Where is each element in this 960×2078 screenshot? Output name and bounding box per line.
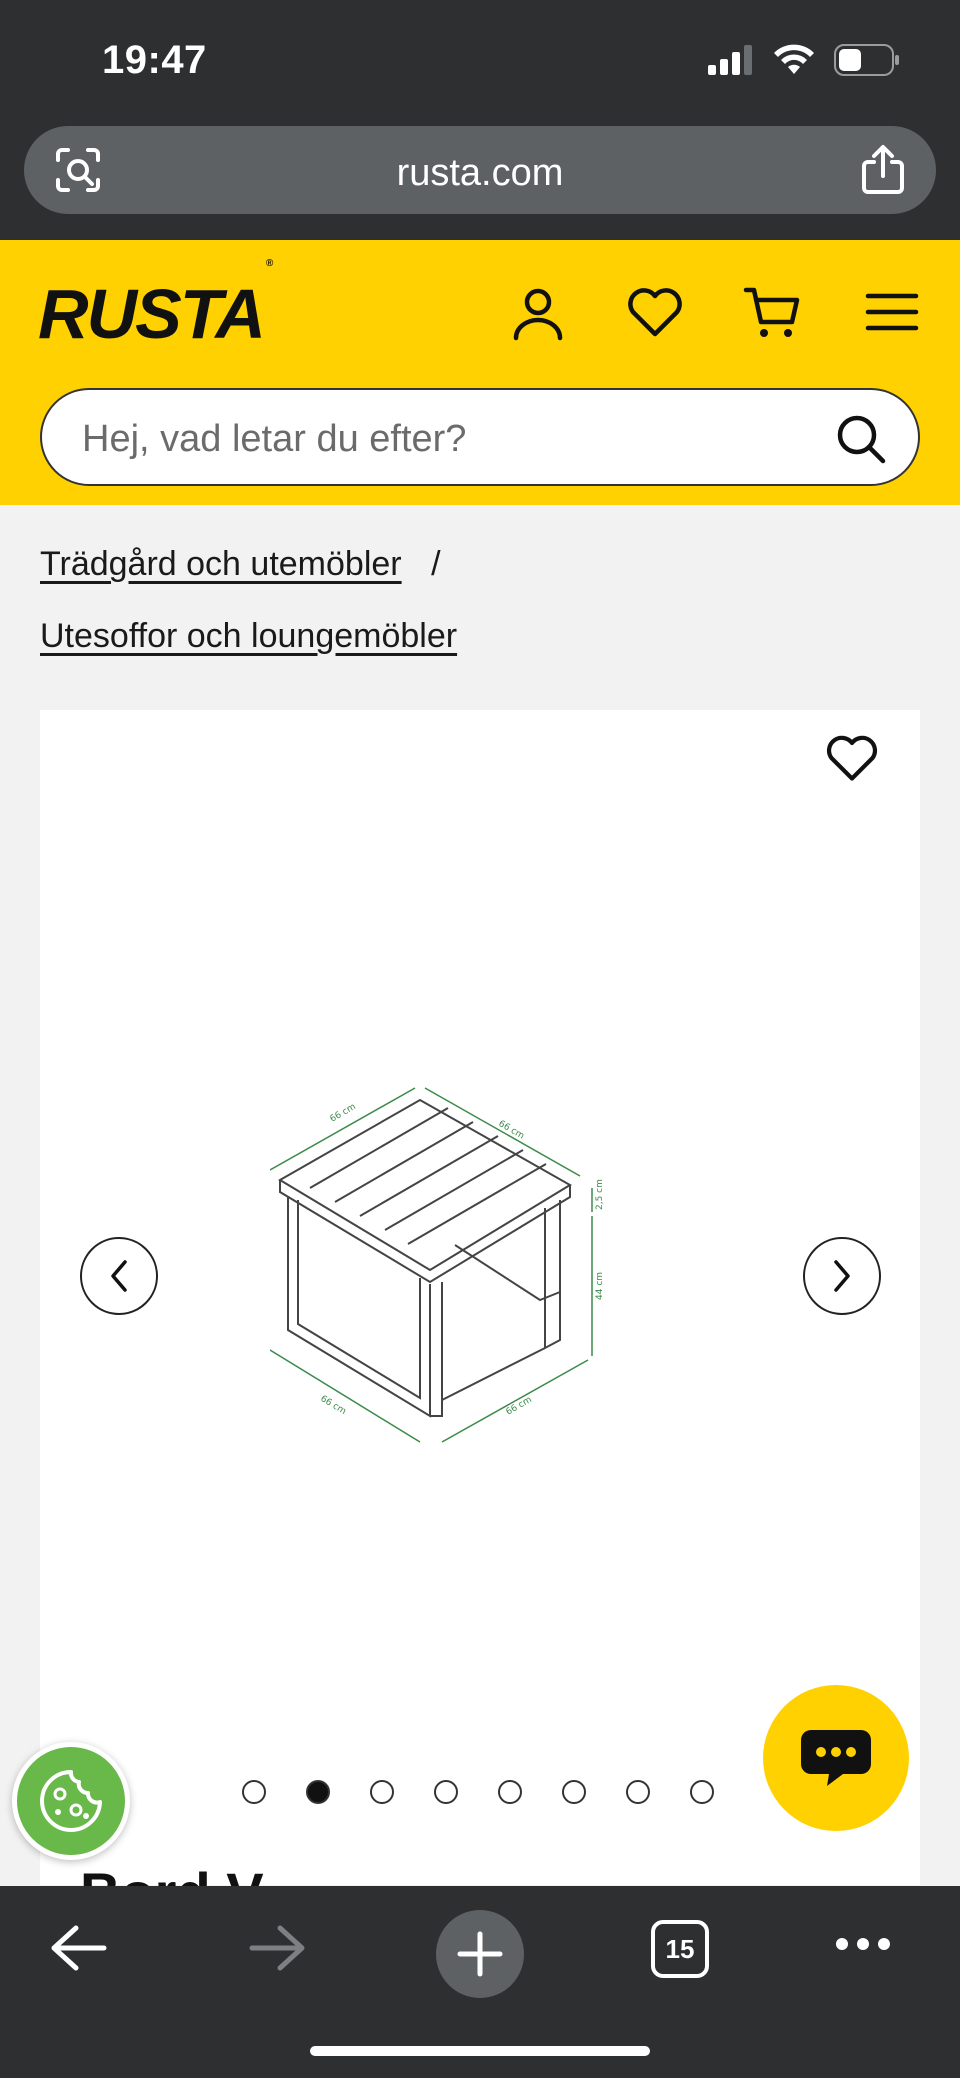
status-bar: 19:47 xyxy=(0,0,960,120)
site-header: RUSTA ® Hej, vad letar du efter? xyxy=(0,240,960,505)
cookie-icon xyxy=(40,1770,102,1832)
carousel-next-button[interactable] xyxy=(803,1237,881,1315)
carousel-dot[interactable] xyxy=(562,1780,586,1804)
dimension-label: 66 cm xyxy=(329,1102,358,1125)
rusta-logo[interactable]: RUSTA ® xyxy=(38,258,273,354)
user-icon[interactable] xyxy=(508,282,568,342)
carousel-dot[interactable] xyxy=(498,1780,522,1804)
breadcrumb-link-garden[interactable]: Trädgård och utemöbler xyxy=(40,545,402,583)
logo-registered-mark: ® xyxy=(265,257,274,269)
breadcrumb-separator: / xyxy=(431,545,441,583)
cart-icon[interactable] xyxy=(742,282,802,342)
new-tab-button[interactable] xyxy=(436,1910,524,1998)
chat-button[interactable] xyxy=(763,1685,909,1831)
dimension-label: 44 cm xyxy=(595,1272,605,1300)
plus-icon xyxy=(457,1931,503,1977)
back-arrow-icon[interactable] xyxy=(48,1922,108,1974)
dimension-label: 66 cm xyxy=(318,1394,347,1417)
chevron-left-icon xyxy=(111,1260,127,1292)
dimension-label: 2,5 cm xyxy=(595,1179,605,1210)
favorite-heart-icon[interactable] xyxy=(824,730,880,786)
carousel-dot[interactable] xyxy=(242,1780,266,1804)
carousel-dot-active[interactable] xyxy=(306,1780,330,1804)
search-placeholder: Hej, vad letar du efter? xyxy=(82,418,467,460)
carousel-dot[interactable] xyxy=(626,1780,650,1804)
status-icons xyxy=(708,44,900,76)
url-text[interactable]: rusta.com xyxy=(24,152,936,195)
tabs-button[interactable]: 15 xyxy=(651,1920,709,1978)
search-icon[interactable] xyxy=(834,412,888,466)
wifi-icon xyxy=(774,44,814,74)
chat-bubble-icon xyxy=(801,1730,871,1786)
carousel-pagination xyxy=(242,1780,714,1804)
home-indicator xyxy=(310,2046,650,2056)
carousel-prev-button[interactable] xyxy=(80,1237,158,1315)
carousel-dot[interactable] xyxy=(434,1780,458,1804)
cookie-settings-button[interactable] xyxy=(12,1742,130,1860)
signal-icon xyxy=(708,45,752,75)
breadcrumb-link-lounge[interactable]: Utesoffor och loungemöbler xyxy=(40,617,457,655)
chevron-right-icon xyxy=(834,1260,850,1292)
share-icon[interactable] xyxy=(860,144,906,196)
battery-icon xyxy=(834,44,899,76)
address-bar[interactable]: rusta.com xyxy=(24,126,936,214)
carousel-dot[interactable] xyxy=(370,1780,394,1804)
search-input[interactable]: Hej, vad letar du efter? xyxy=(40,388,920,486)
browser-toolbar: rusta.com xyxy=(0,120,960,240)
carousel-dot[interactable] xyxy=(690,1780,714,1804)
heart-icon[interactable] xyxy=(625,282,685,342)
forward-arrow-icon[interactable] xyxy=(248,1922,308,1974)
menu-icon[interactable] xyxy=(862,282,922,342)
more-icon[interactable] xyxy=(834,1936,892,1952)
logo-text: RUSTA xyxy=(38,275,266,353)
status-time: 19:47 xyxy=(102,38,207,82)
browser-bottom-toolbar: 15 xyxy=(0,1886,960,2078)
product-image[interactable]: 66 cm 66 cm 66 cm 66 cm 2,5 cm 44 cm xyxy=(270,1070,700,1530)
